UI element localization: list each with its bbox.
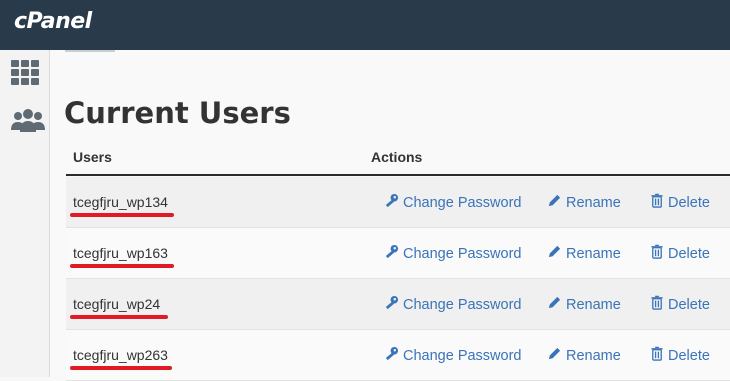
rename-link[interactable]: Rename bbox=[547, 295, 621, 314]
page-title: Current Users bbox=[64, 96, 291, 130]
delete-link[interactable]: Delete bbox=[650, 244, 710, 263]
change-password-link[interactable]: Change Password bbox=[384, 193, 522, 212]
delete-link[interactable]: Delete bbox=[650, 346, 710, 365]
red-underline-annotation bbox=[70, 213, 174, 217]
delete-link[interactable]: Delete bbox=[650, 193, 710, 212]
delete-label: Delete bbox=[668, 245, 710, 262]
main-content: Current Users Users Actions tcegfjru_wp1… bbox=[50, 50, 730, 381]
table-row: tcegfjru_wp24 Change Password Rename Del… bbox=[66, 279, 730, 330]
cpanel-logo[interactable]: cPanel bbox=[14, 9, 92, 34]
key-icon bbox=[384, 244, 403, 263]
tab-indicator bbox=[65, 50, 115, 52]
grid-icon[interactable] bbox=[10, 59, 42, 89]
change-password-label: Change Password bbox=[403, 245, 522, 262]
column-header-actions: Actions bbox=[371, 149, 423, 165]
change-password-link[interactable]: Change Password bbox=[384, 295, 522, 314]
pencil-icon bbox=[547, 193, 566, 212]
sidebar bbox=[0, 50, 50, 377]
rename-link[interactable]: Rename bbox=[547, 244, 621, 263]
change-password-label: Change Password bbox=[403, 296, 522, 313]
trash-icon bbox=[650, 346, 668, 365]
red-underline-annotation bbox=[70, 264, 174, 268]
rename-label: Rename bbox=[566, 245, 621, 262]
username-cell: tcegfjru_wp24 bbox=[73, 296, 161, 312]
rename-label: Rename bbox=[566, 296, 621, 313]
trash-icon bbox=[650, 295, 668, 314]
username-cell: tcegfjru_wp263 bbox=[73, 347, 168, 363]
table-header: Users Actions bbox=[66, 148, 730, 176]
red-underline-annotation bbox=[70, 366, 172, 370]
key-icon bbox=[384, 193, 403, 212]
table-row: tcegfjru_wp163 Change Password Rename De… bbox=[66, 228, 730, 279]
rename-link[interactable]: Rename bbox=[547, 346, 621, 365]
users-icon[interactable] bbox=[10, 108, 45, 138]
key-icon bbox=[384, 295, 403, 314]
delete-label: Delete bbox=[668, 194, 710, 211]
column-header-users: Users bbox=[73, 149, 112, 165]
trash-icon bbox=[650, 244, 668, 263]
trash-icon bbox=[650, 193, 668, 212]
top-navigation-bar: cPanel bbox=[0, 0, 730, 50]
table-row: tcegfjru_wp263 Change Password Rename De… bbox=[66, 330, 730, 381]
rename-label: Rename bbox=[566, 194, 621, 211]
pencil-icon bbox=[547, 295, 566, 314]
delete-link[interactable]: Delete bbox=[650, 295, 710, 314]
pencil-icon bbox=[547, 244, 566, 263]
change-password-label: Change Password bbox=[403, 347, 522, 364]
delete-label: Delete bbox=[668, 296, 710, 313]
table-row: tcegfjru_wp134 Change Password Rename De… bbox=[66, 177, 730, 228]
username-cell: tcegfjru_wp163 bbox=[73, 245, 168, 261]
pencil-icon bbox=[547, 346, 566, 365]
username-cell: tcegfjru_wp134 bbox=[73, 194, 168, 210]
key-icon bbox=[384, 346, 403, 365]
rename-label: Rename bbox=[566, 347, 621, 364]
change-password-link[interactable]: Change Password bbox=[384, 346, 522, 365]
delete-label: Delete bbox=[668, 347, 710, 364]
change-password-link[interactable]: Change Password bbox=[384, 244, 522, 263]
change-password-label: Change Password bbox=[403, 194, 522, 211]
red-underline-annotation bbox=[70, 315, 168, 319]
rename-link[interactable]: Rename bbox=[547, 193, 621, 212]
